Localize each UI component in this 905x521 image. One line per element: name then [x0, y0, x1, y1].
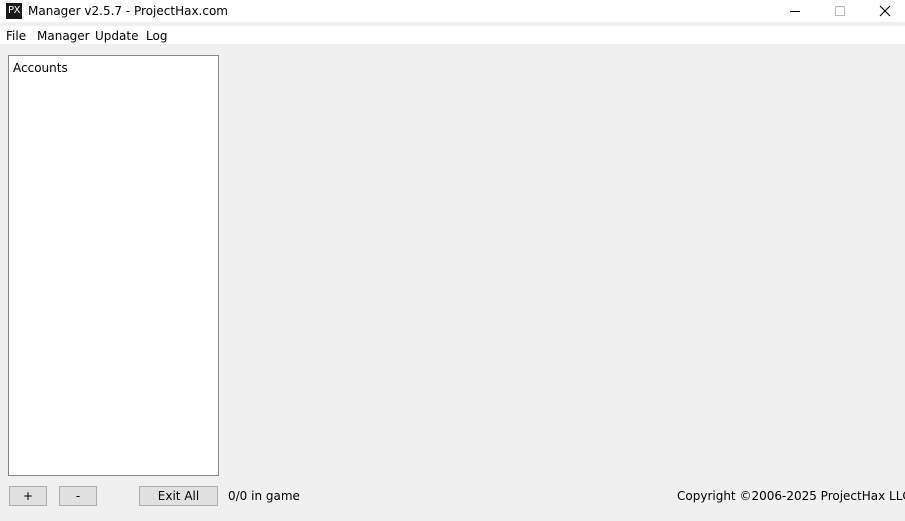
- add-account-button[interactable]: +: [9, 486, 47, 506]
- in-game-status: 0/0 in game: [228, 489, 300, 503]
- menu-bar: File Manager Update Log: [0, 26, 905, 44]
- exit-all-button[interactable]: Exit All: [139, 486, 218, 506]
- copyright-text: Copyright ©2006-2025 ProjectHax LLC: [677, 489, 905, 503]
- menu-log[interactable]: Log: [146, 28, 167, 44]
- menu-file[interactable]: File: [6, 28, 26, 44]
- remove-account-button[interactable]: -: [59, 486, 97, 506]
- maximize-button[interactable]: [817, 0, 863, 22]
- title-bar[interactable]: PX Manager v2.5.7 - ProjectHax.com: [0, 0, 905, 22]
- window-title: Manager v2.5.7 - ProjectHax.com: [28, 4, 228, 18]
- menu-update[interactable]: Update: [95, 28, 138, 44]
- menu-manager[interactable]: Manager: [37, 28, 90, 44]
- close-button[interactable]: [862, 0, 905, 22]
- close-icon: [879, 5, 891, 17]
- accounts-root-node[interactable]: Accounts: [13, 60, 68, 76]
- minimize-button[interactable]: [772, 0, 818, 22]
- maximize-icon: [835, 6, 845, 16]
- accounts-tree[interactable]: Accounts: [8, 55, 219, 476]
- minimize-icon: [790, 11, 800, 12]
- app-icon: PX: [6, 3, 22, 19]
